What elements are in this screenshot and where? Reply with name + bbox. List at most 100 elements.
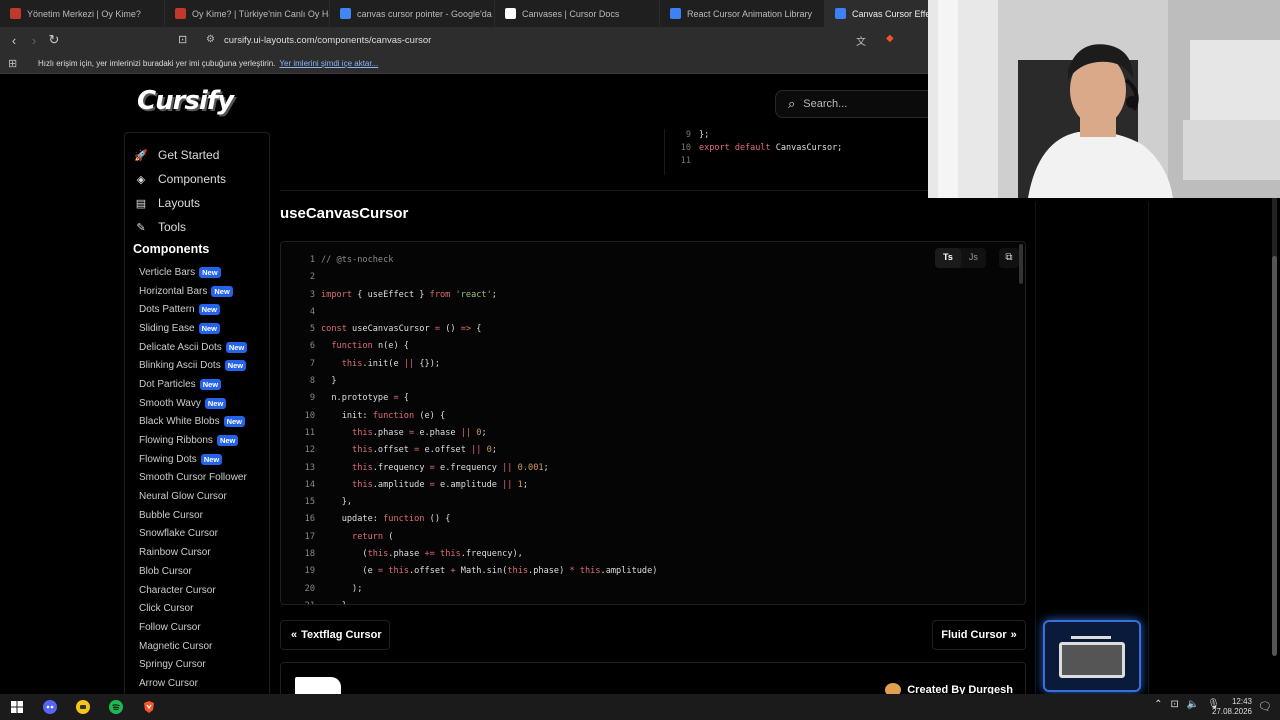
search-box[interactable]: ⌕ Search... xyxy=(775,90,935,118)
code-block: 1// @ts-nocheck 2 3 import { useEffect } fr… xyxy=(280,241,1026,605)
code-line: 19 (e = this.offset + Math.sin(this.phas… xyxy=(304,566,658,577)
component-link[interactable]: Snowflake Cursor xyxy=(139,525,247,544)
tab-title: Canvases | Cursor Docs xyxy=(522,8,620,19)
code-lines: 1// @ts-nocheck 2 3 import { useEffect } fr… xyxy=(301,252,658,604)
webcam-image xyxy=(928,0,1280,198)
tab-favicon-icon xyxy=(505,8,516,19)
component-link[interactable]: Rainbow Cursor xyxy=(139,543,247,562)
component-link-label: Springy Cursor xyxy=(139,659,206,671)
previous-code-panel: 9}; 10 export default CanvasCursor; 11 xyxy=(280,129,1026,191)
component-link[interactable]: Follow Cursor xyxy=(139,618,247,637)
component-link[interactable]: Dots Pattern New xyxy=(139,300,247,319)
sidebar-item-get-started[interactable]: 🚀 Get Started xyxy=(134,143,226,167)
previous-page-button[interactable]: « Textflag Cursor xyxy=(280,620,390,650)
component-link-label: Follow Cursor xyxy=(139,621,201,633)
browser-tab[interactable]: canvas cursor pointer - Google'da Ar xyxy=(330,0,495,27)
next-page-button[interactable]: Fluid Cursor » xyxy=(932,620,1026,650)
url-field[interactable]: ⚙ cursify.ui-layouts.com/components/canv… xyxy=(200,31,910,49)
translate-icon[interactable]: 文 xyxy=(856,33,866,48)
brave-browser-icon[interactable] xyxy=(132,694,165,720)
component-link-label: Arrow Cursor xyxy=(139,677,198,689)
new-badge: New xyxy=(211,285,233,297)
component-link[interactable]: Flowing Ribbons New xyxy=(139,431,247,450)
webcam-overlay xyxy=(928,0,1280,198)
browser-tab[interactable]: Canvases | Cursor Docs xyxy=(495,0,660,27)
component-link[interactable]: Smooth Wavy New xyxy=(139,394,247,413)
component-link[interactable]: Delicate Ascii Dots New xyxy=(139,338,248,357)
network-icon[interactable]: ⊡ xyxy=(1170,699,1178,710)
code-line: 11 this.phase = e.phase || 0; xyxy=(304,427,487,438)
component-link[interactable]: Bubble Cursor xyxy=(139,506,247,525)
reload-icon[interactable]: ↻ xyxy=(44,32,64,48)
chevrons-right-icon: » xyxy=(1010,629,1017,641)
import-bookmarks-link[interactable]: Yer imlerini şimdi içe aktar... xyxy=(279,59,378,68)
copy-icon[interactable]: ⧉ xyxy=(999,248,1019,268)
previous-page-label: Textflag Cursor xyxy=(301,629,382,641)
site-settings-icon[interactable]: ⚙ xyxy=(206,34,215,45)
component-link[interactable]: Sliding Ease New xyxy=(139,319,247,338)
code-line: 7 this.init(e || {}); xyxy=(309,358,441,369)
chevrons-left-icon: « xyxy=(291,629,298,641)
component-link-label: Black White Blobs xyxy=(139,416,220,428)
code-line: 1// @ts-nocheck xyxy=(309,255,394,265)
component-link[interactable]: Black White Blobs New xyxy=(139,413,247,432)
speaker-icon[interactable]: 🔈 xyxy=(1187,699,1199,710)
sidebar-item-tools[interactable]: ✎ Tools xyxy=(134,215,226,239)
browser-tab[interactable]: Oy Kime? | Türkiye'nin Canlı Oy Harita xyxy=(165,0,330,27)
js-toggle[interactable]: Js xyxy=(961,248,986,268)
site-logo[interactable]: Cursify xyxy=(137,86,234,116)
component-link[interactable]: Smooth Cursor Follower xyxy=(139,469,247,488)
component-link[interactable]: Magnetic Cursor xyxy=(139,637,247,656)
chat-app-icon[interactable] xyxy=(66,694,99,720)
discord-icon[interactable] xyxy=(33,694,66,720)
window-widget-icon xyxy=(1043,620,1141,692)
components-list: Verticle Bars New Horizontal Bars New Dots P… xyxy=(139,263,248,693)
browser-tab[interactable]: React Cursor Animation Library xyxy=(660,0,825,27)
component-link[interactable]: Blob Cursor xyxy=(139,562,247,581)
clock[interactable]: 12:43 27.08.2026 xyxy=(1212,697,1252,717)
back-icon[interactable]: ‹ xyxy=(4,33,24,48)
new-badge: New xyxy=(199,378,222,390)
sidebar-item-label: Tools xyxy=(158,220,187,234)
ts-toggle[interactable]: Ts xyxy=(935,248,961,268)
apps-grid-icon[interactable]: ⊞ xyxy=(8,57,17,70)
windows-start-icon[interactable] xyxy=(0,694,33,720)
component-link[interactable]: Horizontal Bars New xyxy=(139,282,247,301)
code-line: 13 this.frequency = e.frequency || 0.001… xyxy=(304,462,549,473)
widget-window xyxy=(1059,642,1125,678)
sidebar-item-components[interactable]: ◈ Components xyxy=(134,167,226,191)
component-link[interactable]: Neural Glow Cursor xyxy=(139,487,247,506)
component-link[interactable]: Blinking Ascii Dots New xyxy=(139,356,247,375)
chevron-up-icon[interactable]: ⌃ xyxy=(1154,699,1162,710)
sidebar-item-label: Components xyxy=(158,172,227,186)
spotify-icon[interactable] xyxy=(99,694,132,720)
browser-tab[interactable]: Yönetim Merkezi | Oy Kime? xyxy=(0,0,165,27)
tab-favicon-icon xyxy=(835,8,846,19)
page-scrollbar-thumb[interactable] xyxy=(1272,256,1277,656)
code-line: 9 n.prototype = { xyxy=(309,393,409,404)
code-scrollbar[interactable] xyxy=(1019,244,1023,284)
footer-logo[interactable] xyxy=(295,677,341,694)
tab-favicon-icon xyxy=(175,8,186,19)
footer-credit[interactable]: Created By Durgesh xyxy=(885,683,1013,694)
tab-title: canvas cursor pointer - Google'da Ar xyxy=(357,8,495,19)
component-link[interactable]: Character Cursor xyxy=(139,581,247,600)
sidebar-item-layouts[interactable]: ▤ Layouts xyxy=(134,191,226,215)
component-link[interactable]: Flowing Dots New xyxy=(139,450,247,469)
brave-shield-icon[interactable]: ◆ xyxy=(886,33,894,44)
sidebar-item-label: Layouts xyxy=(158,196,201,210)
notification-icon[interactable]: 🗨 xyxy=(1258,700,1272,713)
component-link-label: Smooth Wavy xyxy=(139,397,201,409)
widget-bar xyxy=(1071,636,1111,639)
tab-favicon-icon xyxy=(670,8,681,19)
code-line: 18 (this.phase += this.frequency), xyxy=(304,549,523,560)
component-link[interactable]: Springy Cursor xyxy=(139,655,247,674)
component-link[interactable]: Dot Particles New xyxy=(139,375,247,394)
code-line: 21 }, xyxy=(301,598,657,604)
component-link[interactable]: Click Cursor xyxy=(139,599,247,618)
forward-icon[interactable]: › xyxy=(24,33,44,48)
component-link-label: Blinking Ascii Dots xyxy=(139,360,221,372)
bookmark-icon[interactable]: ⊡ xyxy=(178,33,187,46)
component-link[interactable]: Arrow Cursor xyxy=(139,674,247,693)
component-link[interactable]: Verticle Bars New xyxy=(139,263,247,282)
